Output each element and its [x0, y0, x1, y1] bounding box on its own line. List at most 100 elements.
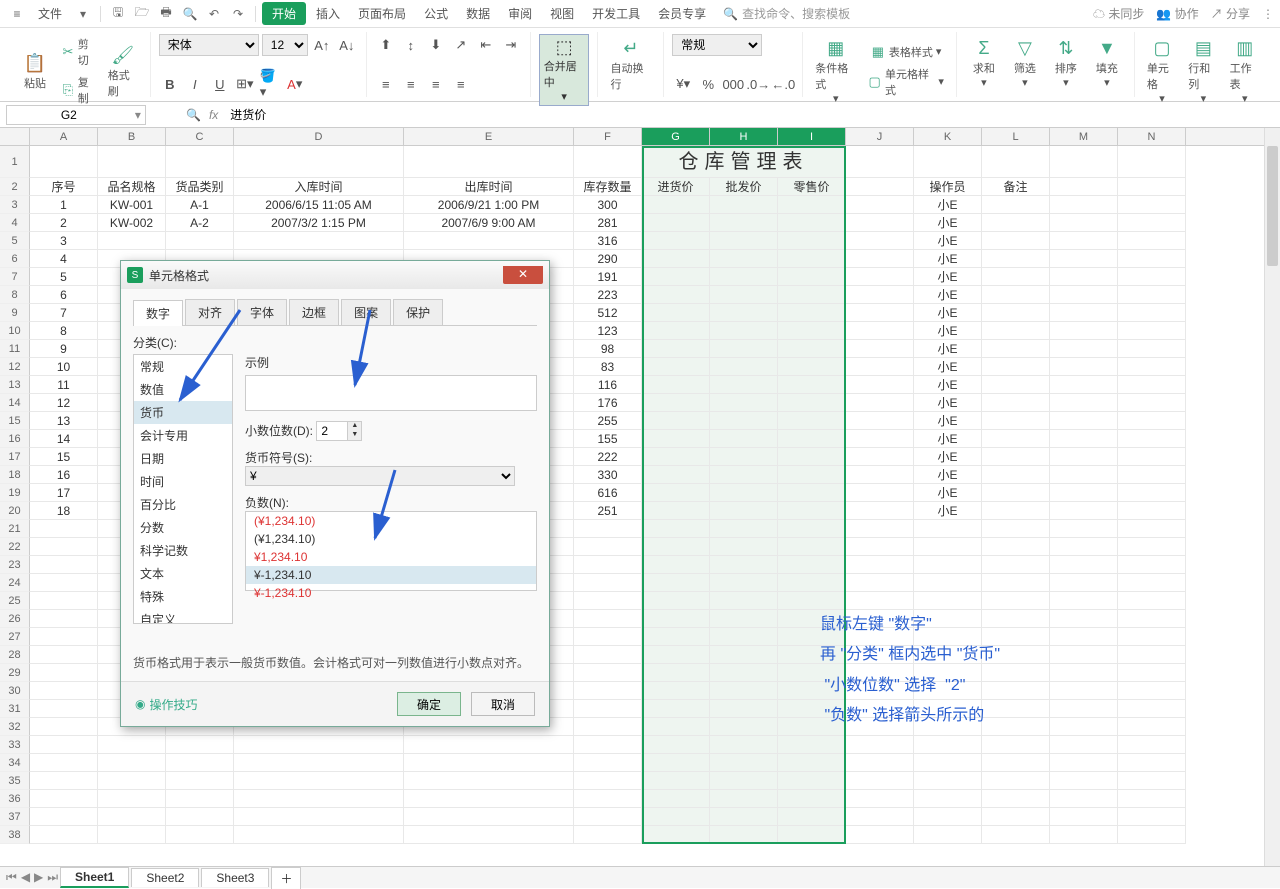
tab-insert[interactable]: 插入 — [308, 3, 348, 24]
align-left-icon[interactable]: ≡ — [375, 73, 397, 95]
cell-button[interactable]: ▢单元格▾ — [1143, 34, 1181, 107]
coop-button[interactable]: 👥 协作 — [1156, 5, 1198, 22]
rowcol-button[interactable]: ▤行和列▾ — [1184, 34, 1222, 107]
tab-last-icon[interactable]: ⏭ — [47, 870, 58, 885]
namebox-dropdown-icon[interactable]: ▾ — [131, 108, 145, 122]
dlg-tab-align[interactable]: 对齐 — [185, 299, 235, 325]
align-justify-icon[interactable]: ≡ — [450, 73, 472, 95]
tab-layout[interactable]: 页面布局 — [350, 3, 414, 24]
dec-decimal-icon[interactable]: ←.0 — [772, 73, 794, 95]
cond-format-button[interactable]: ▦条件格式▾ — [811, 34, 860, 107]
format-painter-button[interactable]: 🖌格式刷 — [104, 41, 142, 101]
category-item[interactable]: 日期 — [134, 447, 232, 470]
inc-font-icon[interactable]: A↑ — [311, 34, 333, 56]
negative-option[interactable]: ¥-1,234.10 — [246, 584, 536, 602]
copy-button[interactable]: ⎘复制 — [57, 72, 101, 108]
sheet-tab-1[interactable]: Sheet1 — [60, 867, 129, 888]
align-bot-icon[interactable]: ⬇ — [425, 34, 447, 56]
formula-input[interactable] — [226, 106, 826, 124]
tab-next-icon[interactable]: ▶ — [34, 870, 43, 885]
category-item[interactable]: 常规 — [134, 355, 232, 378]
add-sheet-button[interactable]: ＋ — [271, 867, 301, 889]
category-item[interactable]: 分数 — [134, 516, 232, 539]
preview-icon[interactable]: 🔍 — [179, 3, 201, 25]
font-color-button[interactable]: A▾ — [284, 73, 306, 95]
currency-icon[interactable]: ¥▾ — [672, 73, 694, 95]
category-item[interactable]: 特殊 — [134, 585, 232, 608]
tab-dev[interactable]: 开发工具 — [584, 3, 648, 24]
category-item[interactable]: 百分比 — [134, 493, 232, 516]
open-icon[interactable]: 🗁 — [131, 3, 153, 25]
tab-first-icon[interactable]: ⏮ — [6, 870, 17, 885]
sort-button[interactable]: ⇅排序▾ — [1047, 34, 1085, 91]
file-menu[interactable]: 文件 — [30, 3, 70, 24]
decimal-input[interactable] — [317, 422, 347, 440]
spin-up-icon[interactable]: ▲ — [347, 422, 361, 431]
dialog-titlebar[interactable]: S 单元格格式 ✕ — [121, 261, 549, 289]
align-mid-icon[interactable]: ↕ — [400, 34, 422, 56]
search-fx-icon[interactable]: 🔍 — [186, 108, 201, 122]
decimal-spinner[interactable]: ▲▼ — [316, 421, 362, 441]
negative-list[interactable]: (¥1,234.10)(¥1,234.10)¥1,234.10¥-1,234.1… — [245, 511, 537, 591]
font-name-select[interactable]: 宋体 — [159, 34, 259, 56]
dlg-tab-number[interactable]: 数字 — [133, 300, 183, 326]
tab-member[interactable]: 会员专享 — [650, 3, 714, 24]
dlg-tab-protect[interactable]: 保护 — [393, 299, 443, 325]
undo-icon[interactable]: ↶ — [203, 3, 225, 25]
percent-icon[interactable]: % — [697, 73, 719, 95]
align-right-icon[interactable]: ≡ — [425, 73, 447, 95]
currency-symbol-select[interactable]: ¥ — [245, 466, 515, 486]
category-item[interactable]: 自定义 — [134, 608, 232, 624]
negative-option[interactable]: (¥1,234.10) — [246, 512, 536, 530]
dlg-tab-pattern[interactable]: 图案 — [341, 299, 391, 325]
align-top-icon[interactable]: ⬆ — [375, 34, 397, 56]
font-size-select[interactable]: 12 — [262, 34, 308, 56]
italic-button[interactable]: I — [184, 73, 206, 95]
indent-inc-icon[interactable]: ⇥ — [500, 34, 522, 56]
category-item[interactable]: 会计专用 — [134, 424, 232, 447]
fill-color-button[interactable]: 🪣▾ — [259, 73, 281, 95]
category-item[interactable]: 文本 — [134, 562, 232, 585]
align-center-icon[interactable]: ≡ — [400, 73, 422, 95]
dec-font-icon[interactable]: A↓ — [336, 34, 358, 56]
tab-data[interactable]: 数据 — [458, 3, 498, 24]
menu-icon[interactable]: ≡ — [6, 3, 28, 25]
print-icon[interactable]: 🖶 — [155, 3, 177, 25]
tab-view[interactable]: 视图 — [542, 3, 582, 24]
cancel-button[interactable]: 取消 — [471, 692, 535, 716]
spin-down-icon[interactable]: ▼ — [347, 431, 361, 440]
table-style-button[interactable]: ▦表格样式▾ — [863, 42, 948, 62]
cut-button[interactable]: ✂剪切 — [57, 34, 101, 70]
command-search[interactable]: 🔍 查找命令、搜索模板 — [716, 2, 857, 25]
indent-dec-icon[interactable]: ⇤ — [475, 34, 497, 56]
category-item[interactable]: 时间 — [134, 470, 232, 493]
sheet-tab-2[interactable]: Sheet2 — [131, 868, 199, 887]
save-icon[interactable]: 🖫 — [107, 3, 129, 25]
tab-review[interactable]: 审阅 — [500, 3, 540, 24]
merge-center-button[interactable]: ⬚合并居中▾ — [539, 34, 590, 106]
category-item[interactable]: 数值 — [134, 378, 232, 401]
dlg-tab-font[interactable]: 字体 — [237, 299, 287, 325]
help-link[interactable]: ◉ 操作技巧 — [135, 692, 198, 716]
fx-icon[interactable]: fx — [209, 108, 218, 122]
name-box[interactable]: ▾ — [6, 105, 146, 125]
comma-icon[interactable]: 000 — [722, 73, 744, 95]
border-button[interactable]: ⊞▾ — [234, 73, 256, 95]
underline-button[interactable]: U — [209, 73, 231, 95]
category-list[interactable]: 常规数值货币会计专用日期时间百分比分数科学记数文本特殊自定义 — [133, 354, 233, 624]
fill-button[interactable]: ▼填充▾ — [1088, 34, 1126, 91]
sum-button[interactable]: Σ求和▾ — [965, 34, 1003, 91]
inc-decimal-icon[interactable]: .0→ — [747, 73, 769, 95]
number-format-select[interactable]: 常规 — [672, 34, 762, 56]
sheet-tab-3[interactable]: Sheet3 — [201, 868, 269, 887]
category-item[interactable]: 科学记数 — [134, 539, 232, 562]
dlg-tab-border[interactable]: 边框 — [289, 299, 339, 325]
negative-option[interactable]: ¥1,234.10 — [246, 548, 536, 566]
tab-home[interactable]: 开始 — [262, 2, 306, 25]
ok-button[interactable]: 确定 — [397, 692, 461, 716]
tab-formula[interactable]: 公式 — [416, 3, 456, 24]
negative-option[interactable]: (¥1,234.10) — [246, 530, 536, 548]
close-button[interactable]: ✕ — [503, 266, 543, 284]
sync-status[interactable]: ☁ 未同步 — [1093, 5, 1144, 22]
bold-button[interactable]: B — [159, 73, 181, 95]
